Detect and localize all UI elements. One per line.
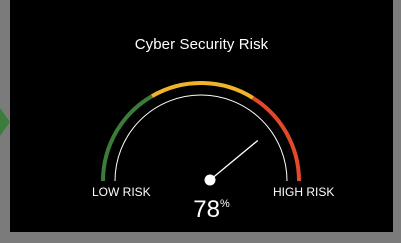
expand-arrow-icon[interactable] [0, 108, 10, 136]
risk-gauge-panel: Cyber Security Risk LOW RISK HIGH RISK 7… [10, 0, 393, 232]
gauge-widget-stage: Cyber Security Risk LOW RISK HIGH RISK 7… [0, 0, 401, 243]
gauge-value: 78% [10, 196, 393, 224]
gauge-arc-low-segment [101, 94, 154, 182]
gauge-needle-hub [204, 174, 216, 186]
gauge-value-number: 78 [193, 196, 220, 223]
gauge-value-unit: % [219, 198, 230, 210]
gauge-inner-arc [114, 94, 288, 182]
gauge-needle [209, 139, 259, 181]
gauge-arc-mid-segment [151, 81, 254, 100]
